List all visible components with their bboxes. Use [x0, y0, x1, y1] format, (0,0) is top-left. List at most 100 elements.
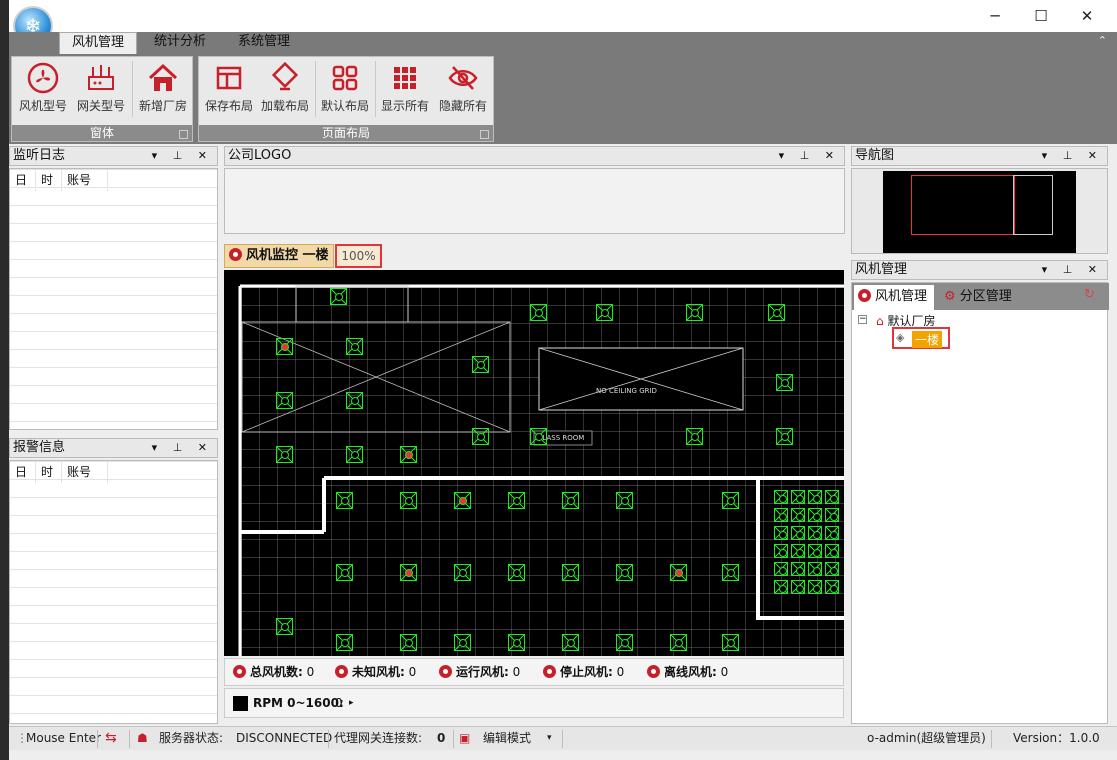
expand-arrow-icon[interactable]: ▸	[349, 689, 354, 717]
fan-marker-icon[interactable]	[791, 580, 805, 594]
column-header-time[interactable]: 时	[36, 169, 62, 191]
fan-marker-icon[interactable]	[686, 304, 703, 321]
column-header-day[interactable]: 日	[10, 461, 36, 483]
fan-marker-icon[interactable]	[774, 580, 788, 594]
fan-marker-icon[interactable]	[276, 392, 293, 409]
fan-marker-icon[interactable]	[596, 304, 613, 321]
fan-marker-icon[interactable]	[774, 562, 788, 576]
fan-marker-icon[interactable]	[616, 634, 633, 651]
refresh-icon[interactable]: ↻	[1084, 287, 1095, 302]
column-header-day[interactable]: 日	[10, 169, 36, 191]
fan-marker-icon[interactable]	[400, 634, 417, 651]
fan-marker-icon[interactable]	[722, 564, 739, 581]
fan-marker-icon[interactable]	[276, 446, 293, 463]
fan-marker-icon[interactable]	[670, 634, 687, 651]
fan-model-button[interactable]: 风机型号	[14, 59, 72, 117]
add-factory-button[interactable]: 新增厂房	[134, 59, 192, 117]
fan-marker-icon[interactable]	[562, 492, 579, 509]
column-header-account[interactable]: 账号	[62, 461, 108, 483]
fan-marker-icon[interactable]	[808, 490, 822, 504]
close-button[interactable]: ✕	[1064, 4, 1110, 28]
fan-marker-icon[interactable]	[276, 338, 293, 355]
save-layout-button[interactable]: 保存布局	[201, 59, 257, 117]
load-layout-button[interactable]: 加载布局	[257, 59, 313, 117]
fan-marker-icon[interactable]	[774, 490, 788, 504]
fan-marker-icon[interactable]	[454, 564, 471, 581]
fan-marker-icon[interactable]	[336, 634, 353, 651]
fan-marker-icon[interactable]	[791, 544, 805, 558]
hide-all-button[interactable]: 隐藏所有	[435, 59, 491, 117]
panel-controls[interactable]: ▾ ⊥ ✕	[152, 439, 213, 457]
alarm-info-table[interactable]: 日 时 账号	[9, 460, 218, 724]
minimize-button[interactable]: ─	[972, 4, 1018, 28]
nav-map-area[interactable]	[851, 168, 1108, 254]
fan-marker-icon[interactable]	[808, 562, 822, 576]
default-layout-button[interactable]: 默认布局	[317, 59, 373, 117]
fan-marker-icon[interactable]	[530, 304, 547, 321]
tab-zone-mgmt[interactable]: ⚙ 分区管理	[944, 285, 1024, 310]
fan-marker-icon[interactable]	[774, 544, 788, 558]
monitor-log-table[interactable]: 日 时 账号	[9, 168, 218, 430]
fan-marker-icon[interactable]	[616, 492, 633, 509]
group-expand-icon[interactable]	[480, 130, 489, 139]
panel-controls[interactable]: ▾ ⊥ ✕	[152, 147, 213, 165]
chevron-down-icon[interactable]: ▾	[547, 727, 552, 749]
fan-marker-icon[interactable]	[472, 356, 489, 373]
fan-marker-icon[interactable]	[508, 492, 525, 509]
cad-floor-plan[interactable]: NO CEILING GRID GLASS ROOM	[224, 270, 844, 656]
fan-marker-icon[interactable]	[768, 304, 785, 321]
maximize-button[interactable]: ☐	[1018, 4, 1064, 28]
tab-fan-management[interactable]: 风机管理	[59, 32, 138, 54]
fan-marker-icon[interactable]	[808, 580, 822, 594]
fan-marker-icon[interactable]	[776, 428, 793, 445]
fan-marker-icon[interactable]	[330, 288, 347, 305]
fan-marker-icon[interactable]	[670, 564, 687, 581]
group-expand-icon[interactable]	[179, 130, 188, 139]
nav-viewport-rect[interactable]	[911, 175, 1015, 235]
fan-marker-icon[interactable]	[454, 492, 471, 509]
fan-marker-icon[interactable]	[336, 492, 353, 509]
tab-statistics[interactable]: 统计分析	[142, 32, 218, 54]
column-header-time[interactable]: 时	[36, 461, 62, 483]
fan-marker-icon[interactable]	[400, 564, 417, 581]
fan-marker-icon[interactable]	[825, 544, 839, 558]
fan-marker-icon[interactable]	[346, 446, 363, 463]
fan-marker-icon[interactable]	[472, 428, 489, 445]
doc-tab-fan-monitor[interactable]: 风机监控 一楼	[224, 244, 334, 268]
fan-marker-icon[interactable]	[276, 618, 293, 635]
fan-marker-icon[interactable]	[808, 544, 822, 558]
edit-mode-dropdown[interactable]: 编辑模式	[483, 727, 531, 749]
panel-controls[interactable]: ▾ ⊥ ✕	[779, 147, 840, 165]
fan-marker-icon[interactable]	[825, 580, 839, 594]
fan-marker-icon[interactable]	[776, 374, 793, 391]
tab-system-management[interactable]: 系统管理	[226, 32, 302, 54]
fan-marker-icon[interactable]	[791, 526, 805, 540]
fan-marker-icon[interactable]	[722, 634, 739, 651]
zoom-level[interactable]: 100%	[335, 244, 382, 268]
fan-marker-icon[interactable]	[562, 564, 579, 581]
fan-marker-icon[interactable]	[774, 526, 788, 540]
nav-map-thumbnail[interactable]	[883, 171, 1076, 253]
tree-node-floor-selected[interactable]: ◈ 一楼	[892, 327, 950, 349]
panel-controls[interactable]: ▾ ⊥ ✕	[1042, 261, 1103, 279]
fan-marker-icon[interactable]	[722, 492, 739, 509]
fan-marker-icon[interactable]	[336, 564, 353, 581]
fan-marker-icon[interactable]	[825, 526, 839, 540]
fan-marker-icon[interactable]	[346, 392, 363, 409]
fan-marker-icon[interactable]	[791, 508, 805, 522]
fan-marker-icon[interactable]	[454, 634, 471, 651]
fan-marker-icon[interactable]	[808, 526, 822, 540]
column-header-account[interactable]: 账号	[62, 169, 108, 191]
fan-marker-icon[interactable]	[825, 508, 839, 522]
fan-marker-icon[interactable]	[346, 338, 363, 355]
fan-marker-icon[interactable]	[774, 508, 788, 522]
fan-marker-icon[interactable]	[530, 428, 547, 445]
fan-marker-icon[interactable]	[791, 490, 805, 504]
swap-icon[interactable]: ⇆	[105, 727, 117, 749]
show-all-button[interactable]: 显示所有	[377, 59, 433, 117]
fan-marker-icon[interactable]	[616, 564, 633, 581]
fan-marker-icon[interactable]	[400, 446, 417, 463]
fan-marker-icon[interactable]	[562, 634, 579, 651]
panel-controls[interactable]: ▾ ⊥ ✕	[1042, 147, 1103, 165]
fan-marker-icon[interactable]	[808, 508, 822, 522]
